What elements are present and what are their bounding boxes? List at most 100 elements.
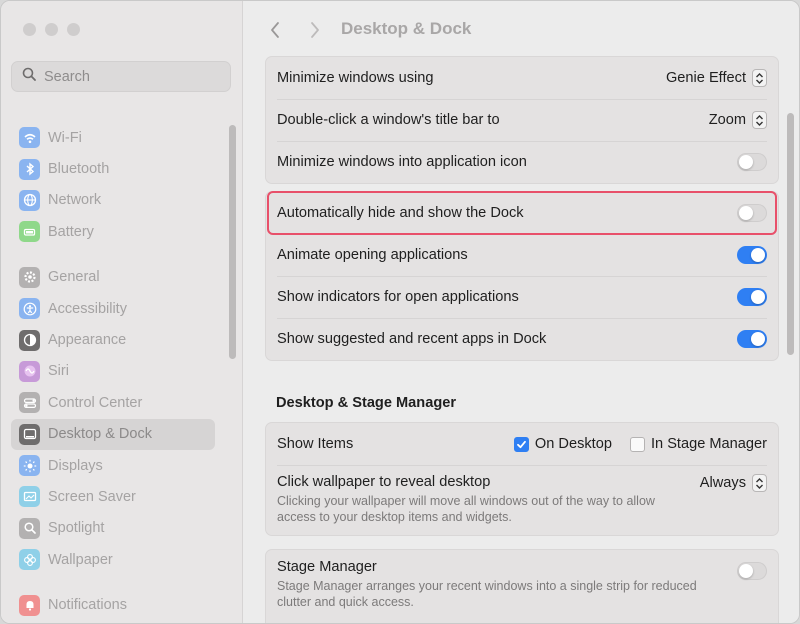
row-description: Clicking your wallpaper will move all wi… xyxy=(277,493,657,525)
gear-icon xyxy=(19,267,40,288)
sidebar-item-label: Wi-Fi xyxy=(48,130,82,146)
setting-row: Show suggested and recent apps in Dock xyxy=(266,318,778,360)
accessibility-icon xyxy=(19,298,40,319)
checkbox-label: On Desktop xyxy=(535,436,612,452)
sidebar-item-control-center[interactable]: Control Center xyxy=(11,387,215,418)
popup-button[interactable]: Zoom xyxy=(709,111,767,129)
appearance-icon xyxy=(19,330,40,351)
back-button[interactable] xyxy=(265,19,285,41)
search-icon xyxy=(22,67,36,86)
sidebar-item-label: Battery xyxy=(48,224,94,240)
forward-button[interactable] xyxy=(305,19,325,41)
toggle-knob xyxy=(739,564,753,578)
toggle-switch[interactable] xyxy=(737,330,767,348)
sidebar-item-battery[interactable]: Battery xyxy=(11,216,215,247)
toolbar: Desktop & Dock xyxy=(243,1,800,57)
checkmark-icon xyxy=(516,439,527,450)
row-description: Stage Manager arranges your recent windo… xyxy=(277,578,727,610)
settings-window: Wi-Fi Bluetooth Network Battery General Acces… xyxy=(0,0,800,624)
sidebar-scrollbar[interactable] xyxy=(229,125,236,359)
stage-manager-row: Stage Manager Stage Manager arranges you… xyxy=(266,550,778,620)
toggle-knob xyxy=(739,155,753,169)
sidebar-list: Wi-Fi Bluetooth Network Battery General Acces… xyxy=(11,122,215,624)
sidebar-item-bluetooth[interactable]: Bluetooth xyxy=(11,153,215,184)
sidebar-item-general[interactable]: General xyxy=(11,262,215,293)
sidebar-item-label: Displays xyxy=(48,458,103,474)
sidebar-item-label: Appearance xyxy=(48,332,126,348)
sidebar-item-label: Bluetooth xyxy=(48,161,109,177)
sidebar-item-label: Screen Saver xyxy=(48,489,136,505)
search-field[interactable] xyxy=(11,61,231,92)
sidebar-item-network[interactable]: Network xyxy=(11,185,215,216)
sidebar-item-label: Control Center xyxy=(48,395,142,411)
row-label: Minimize windows into application icon xyxy=(277,154,527,170)
sidebar-item-siri[interactable]: Siri xyxy=(11,356,215,387)
highlight-box xyxy=(267,191,777,235)
sidebar-item-desktop-dock[interactable]: Desktop & Dock xyxy=(11,419,215,450)
sidebar-item-spotlight[interactable]: Spotlight xyxy=(11,513,215,544)
checkbox-box[interactable] xyxy=(630,437,645,452)
row-label: Minimize windows using xyxy=(277,70,434,86)
in-stage-manager-checkbox[interactable]: In Stage Manager xyxy=(630,436,767,452)
displays-icon xyxy=(19,455,40,476)
setting-row: Minimize windows into application icon xyxy=(266,141,778,183)
click-wallpaper-popup[interactable]: Always xyxy=(700,474,767,492)
sidebar-item-screen-saver[interactable]: Screen Saver xyxy=(11,481,215,512)
dock-icon xyxy=(19,424,40,445)
popup-stepper-icon xyxy=(752,111,767,129)
sidebar-item-label: Wallpaper xyxy=(48,552,113,568)
globe-icon xyxy=(19,190,40,211)
wifi-icon xyxy=(19,127,40,148)
row-label: Show Items xyxy=(277,436,353,452)
sidebar-item-appearance[interactable]: Appearance xyxy=(11,324,215,355)
sidebar-item-label: Notifications xyxy=(48,597,127,613)
sidebar-item-label: Network xyxy=(48,192,101,208)
control-center-icon xyxy=(19,392,40,413)
page-title: Desktop & Dock xyxy=(341,19,471,39)
sidebar-group: General Accessibility Appearance Siri Contro… xyxy=(11,262,215,576)
main-scrollbar[interactable] xyxy=(787,113,794,355)
window-controls xyxy=(23,23,80,36)
on-desktop-checkbox[interactable]: On Desktop xyxy=(514,436,612,452)
sidebar-item-label: Siri xyxy=(48,363,69,379)
setting-row: Minimize windows using Genie Effect xyxy=(266,57,778,99)
row-label: Click wallpaper to reveal desktop xyxy=(277,474,657,490)
close-button[interactable] xyxy=(23,23,36,36)
popup-button[interactable]: Genie Effect xyxy=(666,69,767,87)
sidebar-item-notifications[interactable]: Notifications xyxy=(11,589,215,620)
sidebar: Wi-Fi Bluetooth Network Battery General Acces… xyxy=(1,1,243,624)
checkbox-box[interactable] xyxy=(514,437,529,452)
screen-saver-icon xyxy=(19,486,40,507)
sidebar-item-wallpaper[interactable]: Wallpaper xyxy=(11,544,215,575)
notifications-icon xyxy=(19,595,40,616)
toggle-switch[interactable] xyxy=(737,288,767,306)
row-label: Show indicators for open applications xyxy=(277,289,519,305)
sidebar-item-label: Desktop & Dock xyxy=(48,426,152,442)
sidebar-item-label: Spotlight xyxy=(48,520,104,536)
stage-manager-toggle[interactable] xyxy=(737,562,767,580)
section-title: Desktop & Stage Manager xyxy=(276,395,456,411)
chevron-left-icon xyxy=(269,21,281,39)
search-input[interactable] xyxy=(44,69,214,85)
sidebar-item-wi-fi[interactable]: Wi-Fi xyxy=(11,122,215,153)
sidebar-item-displays[interactable]: Displays xyxy=(11,450,215,481)
show-items-options: On Desktop In Stage Manager xyxy=(514,436,767,452)
sidebar-item-label: Accessibility xyxy=(48,301,127,317)
minimize-button[interactable] xyxy=(45,23,58,36)
toggle-knob xyxy=(751,290,765,304)
toggle-switch[interactable] xyxy=(737,153,767,171)
zoom-button[interactable] xyxy=(67,23,80,36)
battery-icon xyxy=(19,221,40,242)
setting-row: Show indicators for open applications xyxy=(266,276,778,318)
toggle-knob xyxy=(751,248,765,262)
toggle-switch[interactable] xyxy=(737,246,767,264)
popup-stepper-icon xyxy=(752,69,767,87)
sidebar-group: Wi-Fi Bluetooth Network Battery xyxy=(11,122,215,248)
row-label: Show suggested and recent apps in Dock xyxy=(277,331,546,347)
row-label: Stage Manager xyxy=(277,559,727,575)
sidebar-item-label: General xyxy=(48,269,100,285)
popup-stepper-icon xyxy=(752,474,767,492)
popup-value: Genie Effect xyxy=(666,70,746,86)
dock-settings-group-1: Minimize windows usingGenie EffectDouble… xyxy=(265,56,779,184)
sidebar-item-accessibility[interactable]: Accessibility xyxy=(11,293,215,324)
